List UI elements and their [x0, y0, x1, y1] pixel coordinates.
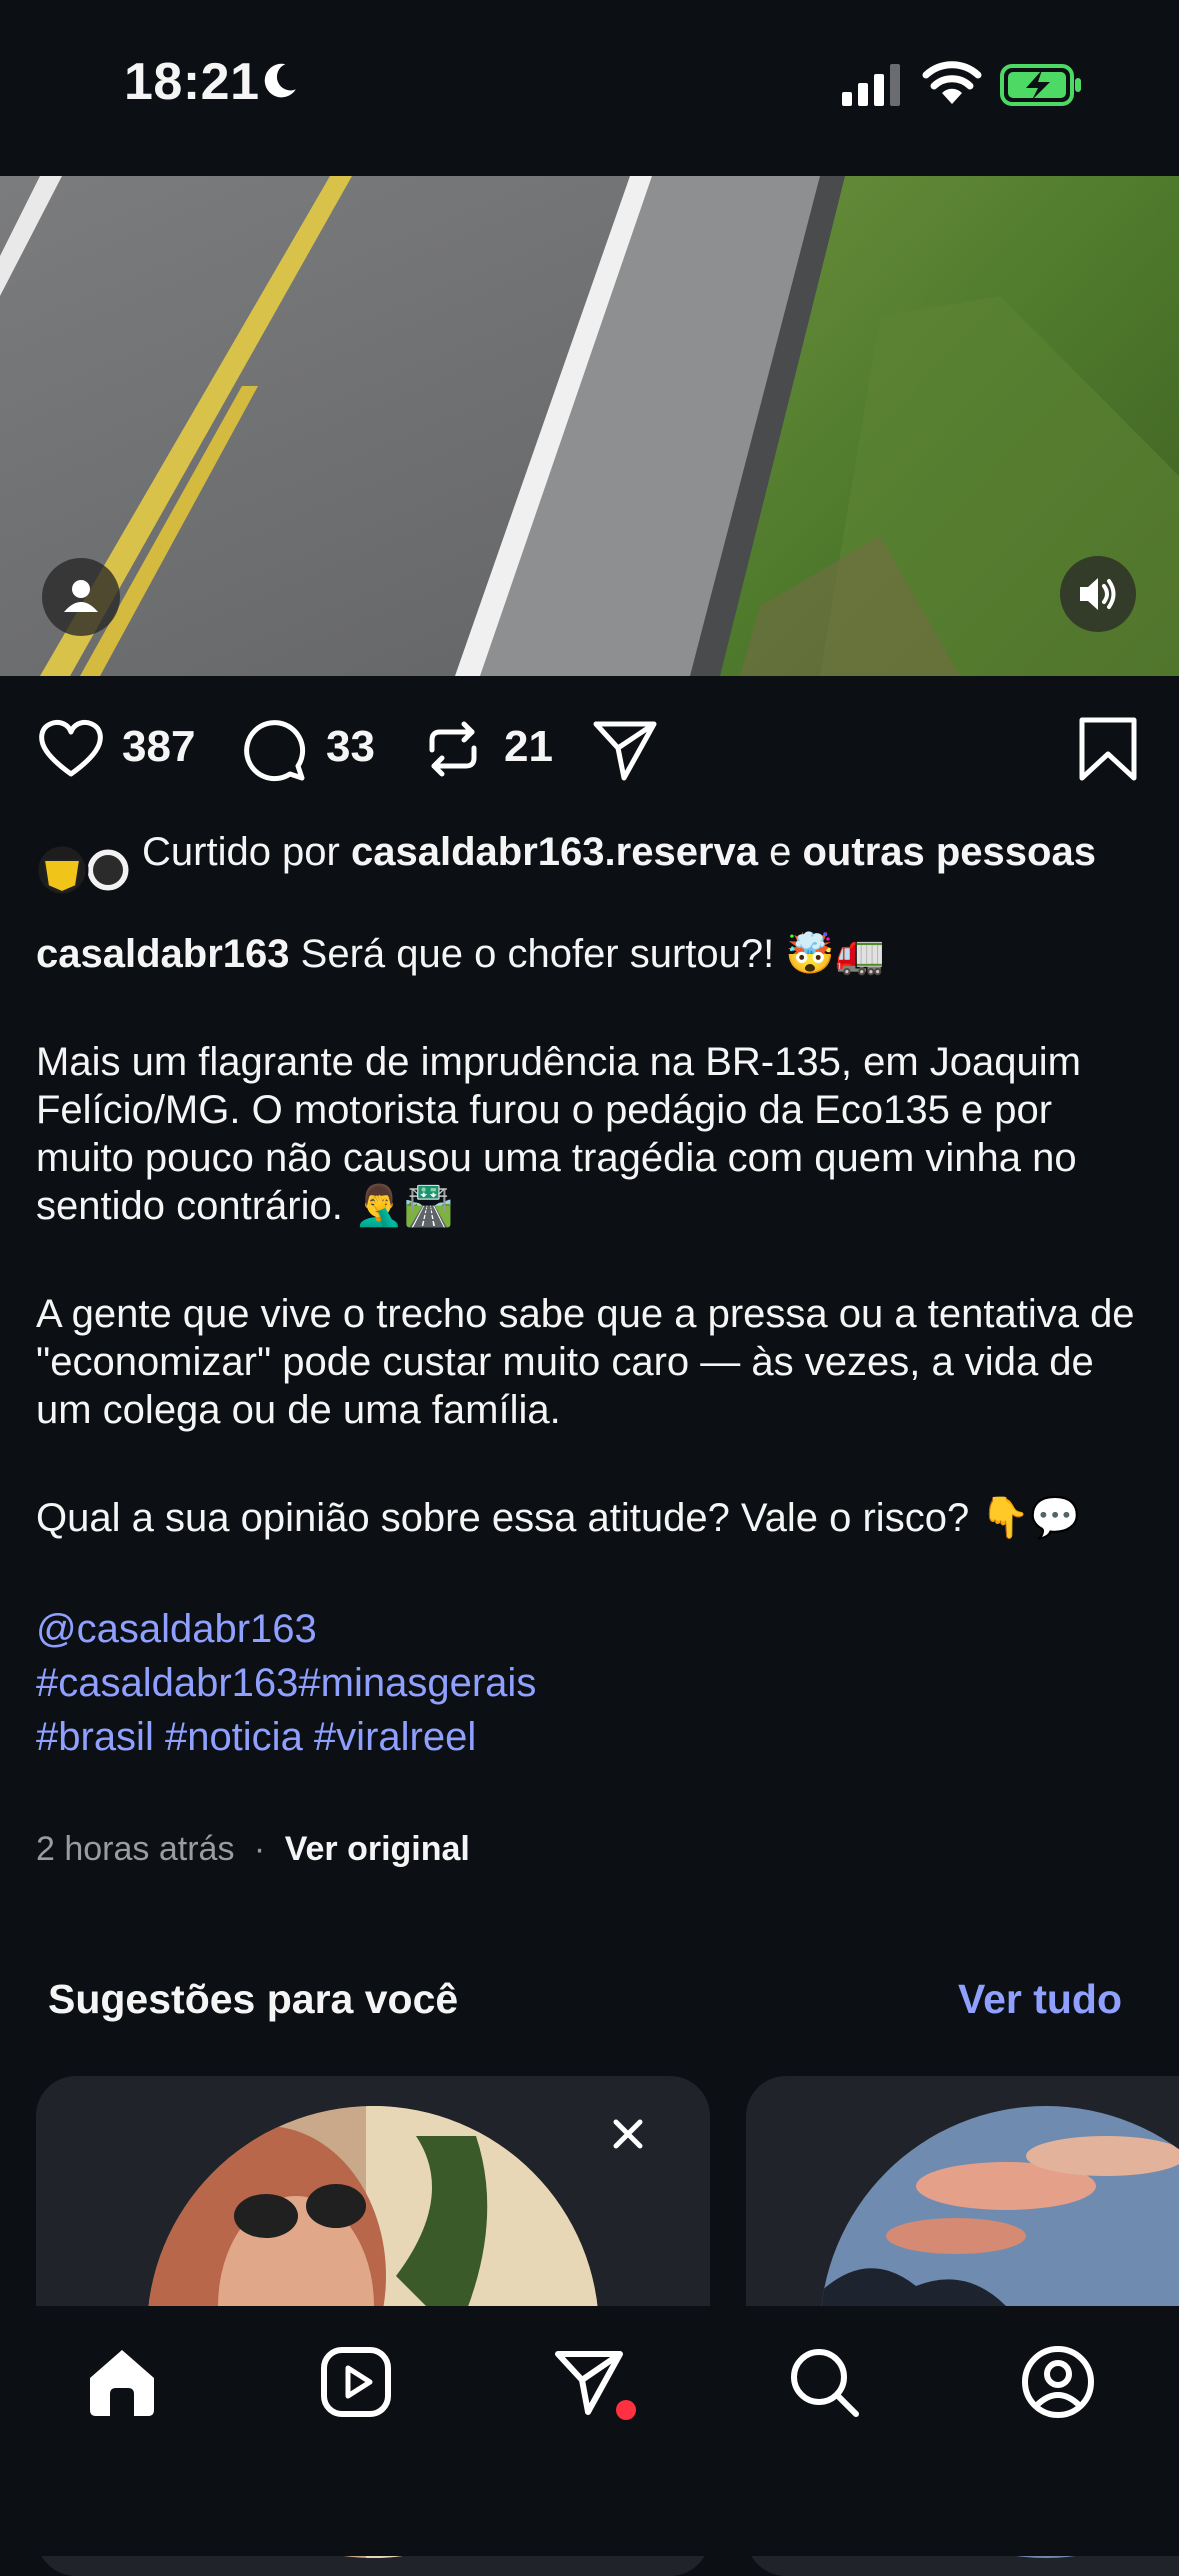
suggestions-see-all-link[interactable]: Ver tudo [958, 1976, 1122, 2023]
speaker-icon [1080, 578, 1116, 610]
signal-icon [842, 64, 900, 106]
caption-headline: Será que o chofer surtou?! 🤯🚛 [300, 932, 885, 976]
post-caption: casaldabr163 Será que o chofer surtou?! … [36, 930, 1146, 1764]
reels-icon[interactable] [318, 2344, 394, 2420]
reposts-count[interactable]: 21 [504, 722, 553, 772]
bookmark-icon[interactable] [1074, 714, 1144, 784]
caption-paragraph-1: Mais um flagrante de imprudência na BR-1… [36, 1040, 1081, 1228]
post-meta: 2 horas atrás · Ver original [36, 1830, 470, 1869]
caption-hashtags-1[interactable]: #casaldabr163#minasgerais [36, 1656, 1146, 1710]
post-video[interactable] [0, 176, 1179, 676]
dismiss-suggestion-icon[interactable] [608, 2114, 648, 2154]
suggestions-title: Sugestões para você [48, 1976, 459, 2022]
profile-icon[interactable] [1020, 2344, 1096, 2420]
liked-by-others[interactable]: outras pessoas [803, 830, 1096, 874]
search-icon[interactable] [786, 2344, 862, 2420]
liked-by-user[interactable]: casaldabr163.reserva [351, 830, 758, 874]
comments-count[interactable]: 33 [326, 722, 375, 772]
repost-icon[interactable] [418, 714, 488, 784]
user-tag-icon [64, 580, 98, 612]
liked-by-prefix: Curtido por [142, 830, 340, 874]
battery-charging-icon [1000, 64, 1081, 106]
caption-username[interactable]: casaldabr163 [36, 932, 290, 976]
caption-paragraph-2: A gente que vive o trecho sabe que a pre… [36, 1292, 1135, 1432]
moon-icon [264, 63, 296, 98]
send-icon[interactable] [590, 714, 660, 784]
liked-by-avatars[interactable] [35, 842, 132, 898]
tagged-users-button[interactable] [42, 558, 120, 636]
caption-mention[interactable]: @casaldabr163 [36, 1602, 1146, 1656]
comment-icon[interactable] [240, 714, 310, 784]
heart-icon[interactable] [36, 714, 106, 784]
liked-by-conjunction: e [769, 830, 792, 874]
liked-by-text[interactable]: Curtido por casaldabr163.reserva e outra… [142, 828, 1142, 876]
post-time-ago: 2 horas atrás [36, 1830, 235, 1868]
see-original-link[interactable]: Ver original [285, 1830, 470, 1868]
wifi-icon [922, 61, 982, 104]
meta-separator: · [253, 1830, 266, 1868]
home-icon[interactable] [84, 2344, 160, 2420]
road-video-frame [0, 176, 1179, 676]
status-time: 18:21 [124, 53, 260, 111]
mute-toggle-button[interactable] [1060, 556, 1136, 632]
notification-dot [616, 2400, 636, 2420]
likes-count[interactable]: 387 [122, 722, 195, 772]
caption-hashtags-2[interactable]: #brasil #noticia #viralreel [36, 1710, 1146, 1764]
caption-paragraph-3: Qual a sua opinião sobre essa atitude? V… [36, 1496, 1080, 1540]
